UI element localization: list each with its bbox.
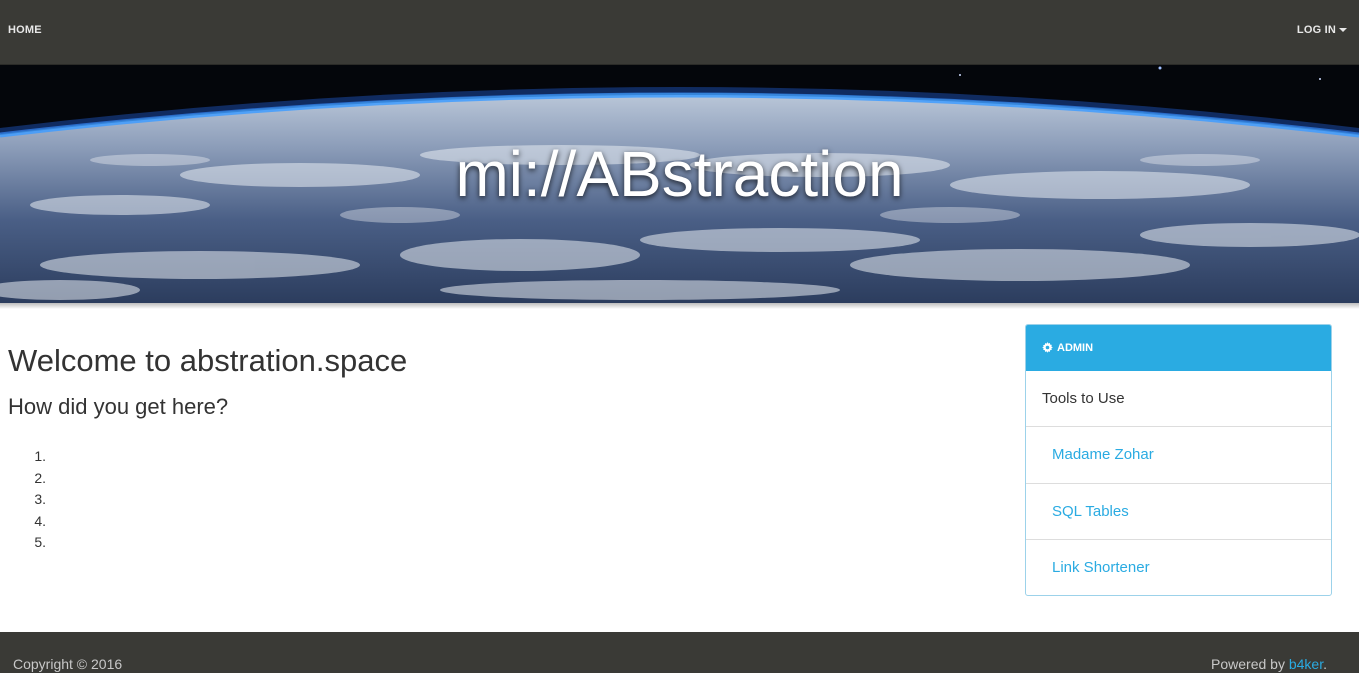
powered-by-prefix: Powered by	[1211, 656, 1289, 672]
list-item: 2.	[34, 469, 46, 486]
list-item: 3.	[34, 491, 46, 508]
nav-login-label: LOG IN	[1296, 24, 1336, 36]
page-footer: Copyright © 2016 Powered by b4ker.	[0, 632, 1359, 673]
b4ker-link[interactable]: b4ker	[1289, 656, 1323, 672]
admin-panel-header: ADMIN	[1026, 325, 1331, 371]
admin-panel-title: ADMIN	[1057, 342, 1094, 354]
powered-by-text: Powered by b4ker.	[1211, 656, 1327, 672]
sql-tables-link[interactable]: SQL Tables	[1026, 482, 1331, 540]
list-item: 1.	[34, 448, 46, 464]
copyright-text: Copyright © 2016	[13, 656, 123, 672]
page-title: Welcome to abstration.space	[8, 343, 408, 378]
list-item: 4.	[34, 512, 46, 529]
nav-home-link[interactable]: HOME	[8, 24, 42, 36]
top-navbar: HOME LOG IN	[0, 0, 1359, 65]
madame-zohar-link[interactable]: Madame Zohar	[1026, 426, 1331, 483]
nav-login-dropdown[interactable]: LOG IN	[1297, 24, 1347, 36]
admin-panel: ADMIN Tools to Use Madame Zohar SQL Tabl…	[1025, 324, 1332, 596]
hero-banner: mi://ABstraction	[0, 65, 1359, 303]
gear-icon	[1042, 342, 1053, 353]
link-shortener-link[interactable]: Link Shortener	[1026, 539, 1331, 595]
caret-down-icon	[1339, 28, 1347, 32]
tools-section-label: Tools to Use	[1042, 390, 1125, 407]
list-item: 5.	[34, 534, 46, 551]
powered-by-suffix: .	[1323, 656, 1327, 672]
hero-shadow	[0, 303, 1359, 309]
hero-title: mi://ABstraction	[455, 138, 904, 210]
steps-list: 1. 2. 3. 4. 5.	[22, 446, 46, 554]
page-subtitle: How did you get here?	[8, 394, 229, 419]
